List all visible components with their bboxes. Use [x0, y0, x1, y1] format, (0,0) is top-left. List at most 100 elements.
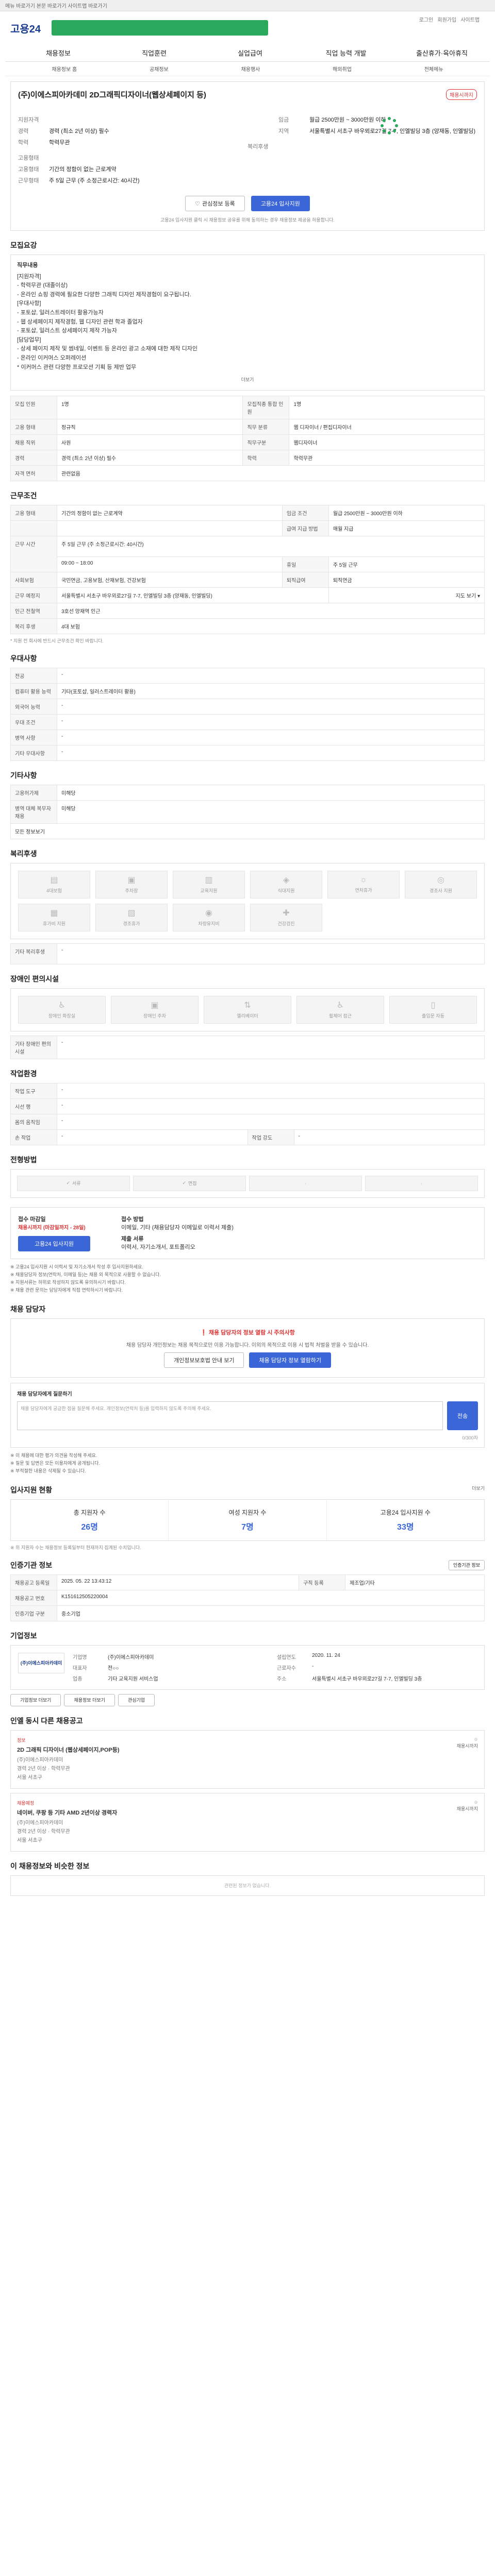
facility-item: ♿ 휠체어 접근 [296, 995, 384, 1024]
facility-label: 엘리베이터 [237, 1013, 258, 1019]
section-welfare: 복리후생 ▤ 4대보험 ▣ 주차장 ▥ 교육지원 ◈ 식대지원 ☼ 연차휴가 ◎ 경조사 지… [10, 849, 485, 964]
more-button[interactable]: 더보기 [17, 376, 478, 383]
cell-key: 몸의 움직임 [10, 1113, 57, 1130]
calendar-icon: ▧ [127, 909, 136, 918]
star-icon[interactable]: ☆ [474, 1800, 478, 1805]
cell-value: - [57, 667, 485, 684]
nav-item[interactable]: 출산휴가·육아휴직 [394, 48, 490, 58]
cell-key: 외국어 능력 [10, 698, 57, 715]
job-card[interactable]: 채용예정 네이버, 쿠팡 등 기타 AMD 2년이상 경력자 (주)이에스피아카… [10, 1792, 485, 1852]
welfare-label: 연차휴가 [355, 888, 372, 893]
cell-key: 임금 조건 [282, 504, 329, 521]
qa-row: 채용 담당자에게 궁금한 점을 질문해 주세요. 개인정보(연락처 등)를 입력… [17, 1401, 478, 1430]
cell-key: 병역 대체 복무자 채용 [10, 800, 57, 824]
qa-textarea[interactable]: 채용 담당자에게 궁금한 점을 질문해 주세요. 개인정보(연락처 등)를 입력… [17, 1401, 443, 1430]
job-card-title: 2D 그래픽 디자이너 (웹상세페이지,POP등) [17, 1747, 120, 1753]
company-grid: 기업명 (주)이에스피아카데미 설립연도 2020. 11. 24 대표자 전○○ 근… [73, 1653, 477, 1682]
privacy-guide-button[interactable]: 개인정보보호법 안내 보기 [164, 1352, 244, 1368]
health-icon: ✚ [283, 909, 290, 918]
welfare-label: 휴가비 지원 [43, 921, 65, 927]
subnav-item[interactable]: 채용정보 홈 [52, 65, 77, 73]
job-card[interactable]: 정보 2D 그래픽 디자이너 (웹상세페이지,POP등) (주)이에스피아카데미… [10, 1730, 485, 1789]
welfare-item-empty [405, 903, 477, 931]
cell-key: 모집 인원 [10, 395, 57, 419]
more-link[interactable]: 더보기 [472, 1485, 485, 1492]
favorite-company-button[interactable]: 관심기업 [118, 1693, 155, 1706]
signup-link[interactable]: 회원가입 [437, 15, 456, 23]
summary-right: 임금 월급 2500만원 ~ 3000만원 이하 지역 서울특별시 서초구 바우뫼로… [248, 115, 477, 188]
stat-label: 여성 지원자 수 [228, 1509, 267, 1516]
stat-label: 총 지원자 수 [73, 1509, 106, 1516]
job-badge: 채용시까지 [456, 1743, 478, 1749]
table-row: 병역 대체 복무자 채용 미해당 [10, 800, 485, 824]
summary-value: 경력 (최소 2년 이상) 필수 [49, 128, 109, 134]
info-button[interactable]: 인증기관 정보 [448, 1560, 485, 1570]
elevator-icon: ⇅ [244, 1001, 251, 1010]
parking-icon: ▣ [151, 1001, 159, 1010]
cell-key: 자격 면허 [10, 465, 57, 481]
company-value: 전○○ [108, 1665, 119, 1671]
cell-value: 국민연금, 고용보험, 산재보험, 건강보험 [57, 571, 283, 588]
table-row: 기타 복리후생 - [10, 943, 485, 964]
subnav-item[interactable]: 공채정보 [150, 65, 169, 73]
subnav-item[interactable]: 채용행사 [241, 65, 260, 73]
search-input[interactable] [52, 20, 268, 36]
star-icon[interactable]: ☆ [474, 1737, 478, 1742]
scrap-button[interactable]: ♡ 관심정보 등록 [185, 196, 245, 211]
info-table: 채용공고 등록일 2025. 05. 22 13:43:12 구직 등록 제조업/기타… [10, 1574, 485, 1621]
job-desc-line: * 이커머스 관련 다양한 프로모션 기획 등 제반 업무 [17, 364, 137, 370]
money-icon: ▦ [50, 909, 58, 918]
company-info-button[interactable]: 기업정보 더보기 [10, 1693, 61, 1706]
section-title: 이 채용정보와 비슷한 정보 [10, 1861, 90, 1870]
skip-links[interactable]: 메뉴 바로가기 본문 바로가기 사이트맵 바로가기 [5, 2, 107, 9]
section-screening: 전형방법 ✓ 서류 ✓ 면접 › › [10, 1155, 485, 1198]
empty-state: 관련된 정보가 없습니다. [10, 1875, 485, 1896]
login-link[interactable]: 로그인 [419, 15, 434, 23]
section-title: 근무조건 [10, 491, 37, 500]
map-toggle-button[interactable]: 지도 보기 ▾ [328, 587, 485, 603]
view-manager-button[interactable]: 채용 담당자 정보 열람하기 [249, 1352, 331, 1368]
manager-actions: 개인정보보호법 안내 보기 채용 담당자 정보 열람하기 [20, 1352, 475, 1368]
qa-submit-button[interactable]: 전송 [447, 1401, 478, 1430]
parking-icon: ▣ [127, 876, 136, 885]
cell-key: 병역 사항 [10, 729, 57, 745]
summary-row: 복리후생 [248, 142, 477, 150]
apply-button[interactable]: 고용24 입사지원 [251, 196, 310, 211]
job-desc-line: [지원자격] [17, 273, 41, 280]
cell-key: 학력 [242, 449, 290, 466]
apply-button[interactable]: 고용24 입사지원 [18, 1235, 90, 1251]
section-title: 인엘 동시 다른 채용공고 [10, 1716, 83, 1725]
qa-char-count: 0/300자 [462, 1435, 478, 1440]
job-summary-body: 지원자격 경력 경력 (최소 2년 이상) 필수 학력 학력무관 고용형태 고용형태… [18, 115, 477, 188]
summary-key: 학력 [18, 140, 29, 146]
section-title: 장애인 편의시설 [10, 974, 59, 983]
cell-key: 급여 지급 방법 [282, 520, 329, 536]
summary-value [49, 154, 248, 162]
cell-value: - [57, 714, 485, 730]
wheelchair-icon: ♿ [336, 1001, 344, 1010]
sitemap-link[interactable]: 사이트맵 [460, 15, 480, 23]
nav-item[interactable]: 직업 능력 개발 [298, 48, 394, 58]
subnav-item[interactable]: 전체메뉴 [424, 65, 443, 73]
summary-key: 고용형태 [18, 166, 39, 173]
welfare-label: 4대보험 [46, 888, 62, 894]
nav-item[interactable]: 실업급여 [202, 48, 298, 58]
table-row: 인근 전철역 3호선 양재역 인근 [10, 602, 485, 619]
nav-item[interactable]: 직업훈련 [106, 48, 202, 58]
subnav-item[interactable]: 해외취업 [333, 65, 352, 73]
company-jobs-button[interactable]: 채용정보 더보기 [64, 1693, 115, 1706]
hero-actions: ♡ 관심정보 등록 고용24 입사지원 [18, 196, 477, 211]
qa-box: 채용 담당자에게 질문하기 채용 담당자에게 궁금한 점을 질문해 주세요. 개… [10, 1382, 485, 1448]
show-all-link[interactable]: 모든 정보보기 [10, 823, 485, 839]
cell-key [10, 520, 57, 536]
welfare-label: 교육지원 [200, 888, 218, 894]
nav-item[interactable]: 채용정보 [10, 48, 106, 58]
section-title: 작업환경 [10, 1069, 37, 1078]
apply-deadline: 접수 마감일 채용시까지 (마감일까지 - 28일) 고용24 입사지원 [18, 1215, 111, 1251]
table-row: 고용 형태 기간의 정함이 없는 근로계약 임금 조건 월급 2500만원 ~ 300… [10, 504, 485, 521]
cell-value: 주 5일 근무 [328, 556, 485, 572]
cell-value: 1명 [289, 395, 485, 419]
job-summary-card: 채용시까지 (주)이에스피아카데미 2D그래픽디자이너(웹상세페이지 등) 지원… [10, 81, 485, 231]
stat-item: 고용24 입사지원 수 33명 [327, 1500, 484, 1540]
site-logo[interactable]: 고용24 [10, 21, 46, 36]
